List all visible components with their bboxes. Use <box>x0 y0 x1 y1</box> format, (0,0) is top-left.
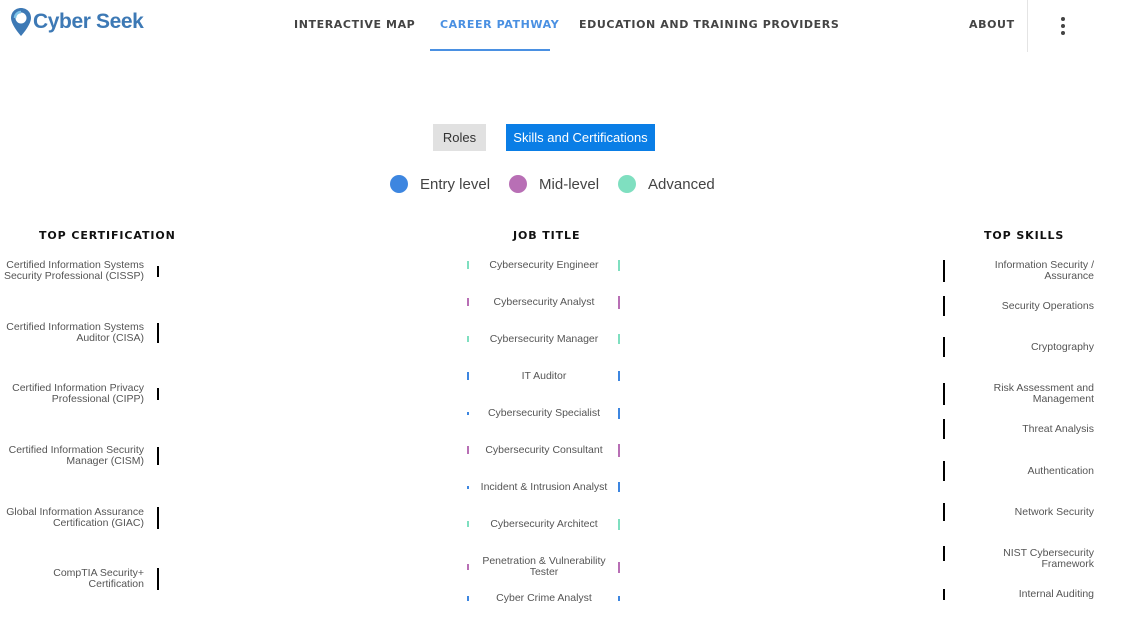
certification-item[interactable]: Certified Information Security Manager (… <box>0 445 144 467</box>
nav-career-pathway[interactable]: CAREER PATHWAY <box>440 18 559 31</box>
certification-weight-bar <box>157 388 159 400</box>
advanced-dot-icon <box>618 175 637 193</box>
job-title-item[interactable]: Penetration & Vulnerability Tester <box>474 556 614 578</box>
job-right-bar <box>618 407 620 419</box>
skill-weight-bar <box>943 588 945 600</box>
job-left-bar <box>467 372 469 380</box>
job-title-item[interactable]: Cyber Crime Analyst <box>474 593 614 604</box>
more-vertical-icon[interactable] <box>1055 14 1071 38</box>
skill-item[interactable]: Threat Analysis <box>950 424 1094 435</box>
active-tab-indicator <box>430 49 550 51</box>
skill-weight-bar <box>943 296 945 316</box>
skill-item[interactable]: Authentication <box>950 466 1094 477</box>
certification-weight-bar <box>157 568 159 590</box>
legend-entry-level: Entry level <box>390 175 490 193</box>
nav-education-training-providers[interactable]: EDUCATION AND TRAINING PROVIDERS <box>579 18 839 31</box>
skill-item[interactable]: Information Security / Assurance <box>950 260 1094 282</box>
job-title-item[interactable]: Cybersecurity Consultant <box>474 445 614 456</box>
job-right-bar <box>618 371 620 381</box>
job-left-bar <box>467 564 469 570</box>
skill-weight-bar <box>943 419 945 439</box>
job-left-bar <box>467 411 469 415</box>
job-title-item[interactable]: Cybersecurity Engineer <box>474 260 614 271</box>
skill-item[interactable]: Network Security <box>950 507 1094 518</box>
job-left-bar <box>467 261 469 269</box>
certification-weight-bar <box>157 265 159 277</box>
mid-level-dot-icon <box>509 175 528 193</box>
certification-item[interactable]: Certified Information Privacy Profession… <box>0 383 144 405</box>
job-right-bar <box>618 561 620 573</box>
job-title-item[interactable]: Incident & Intrusion Analyst <box>474 482 614 493</box>
job-right-bar <box>618 482 620 492</box>
job-right-bar <box>618 334 620 344</box>
skill-weight-bar <box>943 383 945 405</box>
nav-interactive-map[interactable]: INTERACTIVE MAP <box>294 18 415 31</box>
nav-divider <box>1027 0 1028 52</box>
job-left-bar <box>467 595 469 601</box>
skills-certifications-button[interactable]: Skills and Certifications <box>506 124 655 151</box>
job-right-bar <box>618 295 620 309</box>
roles-button[interactable]: Roles <box>433 124 486 151</box>
skill-weight-bar <box>943 545 945 561</box>
certification-item[interactable]: Global Information Assurance Certificati… <box>0 507 144 529</box>
logo-text: Cyber Seek <box>33 10 144 33</box>
top-certification-heading: TOP CERTIFICATION <box>39 229 176 242</box>
job-title-item[interactable]: Cybersecurity Manager <box>474 334 614 345</box>
skill-weight-bar <box>943 503 945 521</box>
certification-weight-bar <box>157 507 159 529</box>
nav-about[interactable]: ABOUT <box>969 18 1015 31</box>
certification-item[interactable]: Certified Information Systems Auditor (C… <box>0 322 144 344</box>
legend-label: Entry level <box>420 175 491 193</box>
certification-item[interactable]: Certified Information Systems Security P… <box>0 260 144 282</box>
certification-weight-bar <box>157 447 159 465</box>
job-left-bar <box>467 298 469 306</box>
job-title-heading: JOB TITLE <box>513 229 581 242</box>
job-right-bar <box>618 259 620 271</box>
job-title-item[interactable]: Cybersecurity Specialist <box>474 408 614 419</box>
legend-label: Advanced <box>648 175 715 193</box>
job-right-bar <box>618 595 620 601</box>
certification-weight-bar <box>157 323 159 343</box>
skill-item[interactable]: Risk Assessment and Management <box>950 383 1094 405</box>
legend-label: Mid-level <box>539 175 600 193</box>
skill-item[interactable]: Security Operations <box>950 301 1094 312</box>
skill-item[interactable]: Internal Auditing <box>950 589 1094 600</box>
skill-weight-bar <box>943 260 945 282</box>
certification-item[interactable]: CompTIA Security+ Certification <box>0 568 144 590</box>
cyberseek-logo[interactable]: Cyber Seek <box>10 6 144 38</box>
top-navigation: Cyber Seek INTERACTIVE MAP CAREER PATHWA… <box>0 0 1146 52</box>
legend-mid-level: Mid-level <box>509 175 599 193</box>
location-pin-icon <box>10 7 32 37</box>
skill-weight-bar <box>943 337 945 357</box>
job-left-bar <box>467 521 469 527</box>
job-left-bar <box>467 336 469 342</box>
job-left-bar <box>467 446 469 454</box>
job-right-bar <box>618 518 620 530</box>
job-left-bar <box>467 485 469 489</box>
job-title-item[interactable]: Cybersecurity Analyst <box>474 297 614 308</box>
skill-weight-bar <box>943 461 945 481</box>
legend-advanced: Advanced <box>618 175 715 193</box>
level-legend: Entry level Mid-level Advanced <box>390 174 734 194</box>
job-title-item[interactable]: IT Auditor <box>474 371 614 382</box>
top-skills-heading: TOP SKILLS <box>984 229 1065 242</box>
entry-level-dot-icon <box>390 175 408 193</box>
job-title-item[interactable]: Cybersecurity Architect <box>474 519 614 530</box>
job-right-bar <box>618 443 620 457</box>
skill-item[interactable]: NIST Cybersecurity Framework <box>950 548 1094 570</box>
skill-item[interactable]: Cryptography <box>950 342 1094 353</box>
